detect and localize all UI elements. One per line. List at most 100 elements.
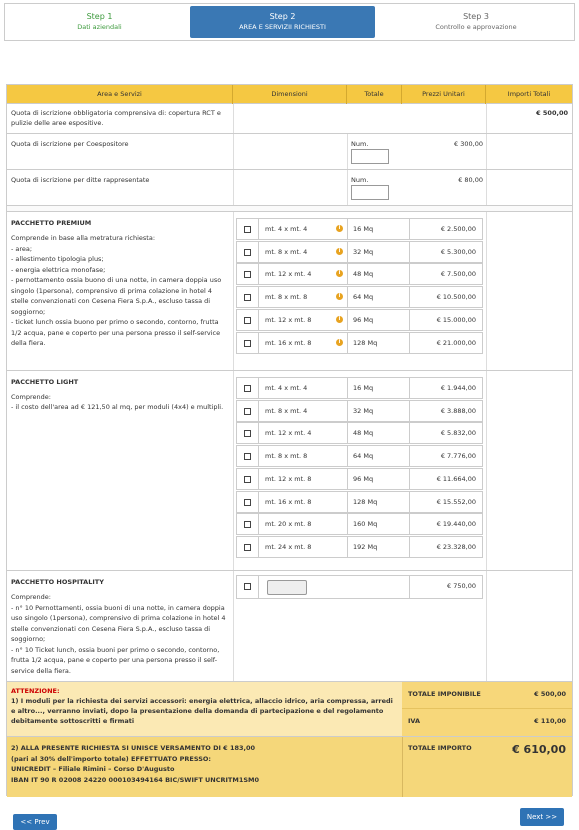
table-row-ditte: Quota di iscrizione per ditte rappresent…: [7, 170, 572, 206]
light-title: PACCHETTO LIGHT: [11, 378, 79, 386]
imponibile-value: € 500,00: [534, 690, 566, 698]
light-option-row: mt. 16 x mt. 8 128 Mq € 15.552,00: [236, 490, 483, 513]
table-row-light: PACCHETTO LIGHT Comprende: - il costo de…: [7, 371, 572, 571]
iva-cell: IVA € 110,00: [402, 709, 572, 736]
step-subtitle: AREA E SERVIZII RICHIESTI: [239, 23, 326, 31]
wizard-step-1[interactable]: Step 1 Dati aziendali: [9, 6, 190, 38]
option-dimension: mt. 20 x mt. 8: [265, 520, 312, 529]
option-checkbox[interactable]: [244, 543, 251, 551]
header-totale: Totale: [347, 85, 402, 104]
light-option-row: mt. 20 x mt. 8 160 Mq € 19.440,00: [236, 513, 483, 536]
iva-label: IVA: [408, 717, 421, 725]
versamento-block: 2) ALLA PRESENTE RICHIESTA SI UNISCE VER…: [7, 737, 572, 797]
info-icon[interactable]: i: [336, 338, 343, 346]
option-total: 128 Mq: [353, 338, 378, 347]
table-header: Area e Servizi Dimensioni Totale Prezzi …: [7, 85, 572, 104]
header-prezzi: Prezzi Unitari: [402, 85, 486, 104]
versamento-text: 2) ALLA PRESENTE RICHIESTA SI UNISCE VER…: [11, 744, 260, 784]
option-checkbox[interactable]: [244, 430, 251, 438]
option-total: 160 Mq: [353, 520, 378, 529]
option-total: 192 Mq: [353, 542, 378, 551]
hospitality-option: € 750,00: [236, 575, 483, 599]
hospitality-checkbox[interactable]: [244, 583, 251, 590]
option-checkbox[interactable]: [244, 407, 251, 415]
premium-option-row: mt. 8 x mt. 8 i 64 Mq € 10.500,00: [236, 286, 483, 309]
option-checkbox[interactable]: [244, 453, 251, 461]
option-dimension: mt. 8 x mt. 8: [265, 452, 308, 461]
step-title: Step 3: [463, 12, 489, 21]
ditte-price: € 80,00: [458, 176, 483, 184]
coespositore-num-label: Num.: [351, 140, 369, 148]
info-icon[interactable]: i: [336, 293, 343, 301]
wizard-step-3[interactable]: Step 3 Controllo e approvazione: [381, 6, 571, 38]
option-checkbox[interactable]: [244, 294, 251, 302]
header-dimensioni: Dimensioni: [233, 85, 347, 104]
option-price: € 1.944,00: [440, 384, 476, 392]
option-dimension: mt. 12 x mt. 8: [265, 474, 312, 483]
option-checkbox[interactable]: [244, 316, 251, 324]
option-checkbox[interactable]: [244, 521, 251, 529]
option-dimension: mt. 12 x mt. 8: [265, 315, 312, 324]
light-option-row: mt. 12 x mt. 8 96 Mq € 11.664,00: [236, 467, 483, 490]
wizard-steps: Step 1 Dati aziendali Step 2 AREA E SERV…: [4, 3, 575, 41]
option-checkbox[interactable]: [244, 248, 251, 256]
info-icon[interactable]: i: [336, 225, 343, 232]
option-price: € 3.888,00: [440, 406, 476, 415]
hospitality-price: € 750,00: [447, 582, 476, 590]
quota-desc: Quota di iscrizione obbligatoria compren…: [11, 109, 221, 127]
option-price: € 11.664,00: [436, 474, 476, 483]
totale-importo-value: € 610,00: [512, 743, 566, 756]
option-total: 64 Mq: [353, 293, 374, 302]
option-total: 16 Mq: [353, 384, 374, 392]
attenzione-title: ATTENZIONE:: [11, 687, 60, 695]
option-price: € 21.000,00: [436, 338, 476, 347]
option-checkbox[interactable]: [244, 498, 251, 506]
premium-option-row: mt. 12 x mt. 8 i 96 Mq € 15.000,00: [236, 308, 483, 331]
option-dimension: mt. 12 x mt. 4: [265, 429, 312, 438]
option-checkbox[interactable]: [244, 339, 251, 347]
imponibile-label: TOTALE IMPONIBILE: [408, 690, 481, 698]
table-row-quota: Quota di iscrizione obbligatoria compren…: [7, 104, 572, 134]
option-checkbox[interactable]: [244, 385, 251, 392]
option-price: € 2.500,00: [440, 225, 476, 233]
step-title: Step 1: [86, 12, 113, 21]
info-icon[interactable]: i: [336, 270, 343, 278]
hospitality-qty-input[interactable]: [267, 580, 307, 595]
next-button[interactable]: Next >>: [520, 808, 564, 826]
option-price: € 7.500,00: [440, 270, 476, 279]
option-checkbox[interactable]: [244, 226, 251, 233]
option-dimension: mt. 8 x mt. 4: [265, 247, 308, 256]
premium-title: PACCHETTO PREMIUM: [11, 219, 92, 227]
info-icon[interactable]: i: [336, 315, 343, 323]
premium-option-row: mt. 12 x mt. 4 i 48 Mq € 7.500,00: [236, 263, 483, 286]
light-desc: Comprende: - il costo dell'area ad € 121…: [11, 393, 224, 411]
imponibile-cell: TOTALE IMPONIBILE € 500,00: [402, 682, 572, 709]
step-subtitle: Dati aziendali: [77, 23, 122, 31]
step-title: Step 2: [269, 12, 296, 21]
option-dimension: mt. 8 x mt. 4: [265, 406, 308, 415]
quota-total: € 500,00: [536, 109, 568, 117]
ditte-num-input[interactable]: [351, 185, 389, 200]
option-total: 48 Mq: [353, 270, 374, 279]
prev-button[interactable]: << Prev: [13, 814, 57, 830]
option-checkbox[interactable]: [244, 271, 251, 279]
info-icon[interactable]: i: [336, 247, 343, 255]
totale-importo-label: TOTALE IMPORTO: [408, 744, 472, 752]
coespositore-num-input[interactable]: [351, 149, 389, 164]
table-row-coespositore: Quota di iscrizione per Coespositore Num…: [7, 134, 572, 170]
option-price: € 10.500,00: [436, 293, 476, 302]
option-total: 48 Mq: [353, 429, 374, 438]
light-option-row: mt. 8 x mt. 4 32 Mq € 3.888,00: [236, 399, 483, 422]
option-dimension: mt. 8 x mt. 8: [265, 293, 308, 302]
premium-desc: Comprende in base alla metratura richies…: [11, 234, 222, 347]
hospitality-desc: Comprende: - n° 10 Pernottamenti, ossia …: [11, 593, 226, 675]
wizard-step-2-active[interactable]: Step 2 AREA E SERVIZII RICHIESTI: [190, 6, 375, 38]
option-price: € 5.300,00: [440, 247, 476, 256]
option-total: 16 Mq: [353, 225, 374, 233]
premium-option-row: mt. 4 x mt. 4 i 16 Mq € 2.500,00: [236, 218, 483, 240]
option-checkbox[interactable]: [244, 475, 251, 483]
option-dimension: mt. 12 x mt. 4: [265, 270, 312, 279]
table-row-premium: PACCHETTO PREMIUM Comprende in base alla…: [7, 212, 572, 371]
option-dimension: mt. 24 x mt. 8: [265, 542, 312, 551]
option-price: € 23.328,00: [436, 542, 476, 551]
